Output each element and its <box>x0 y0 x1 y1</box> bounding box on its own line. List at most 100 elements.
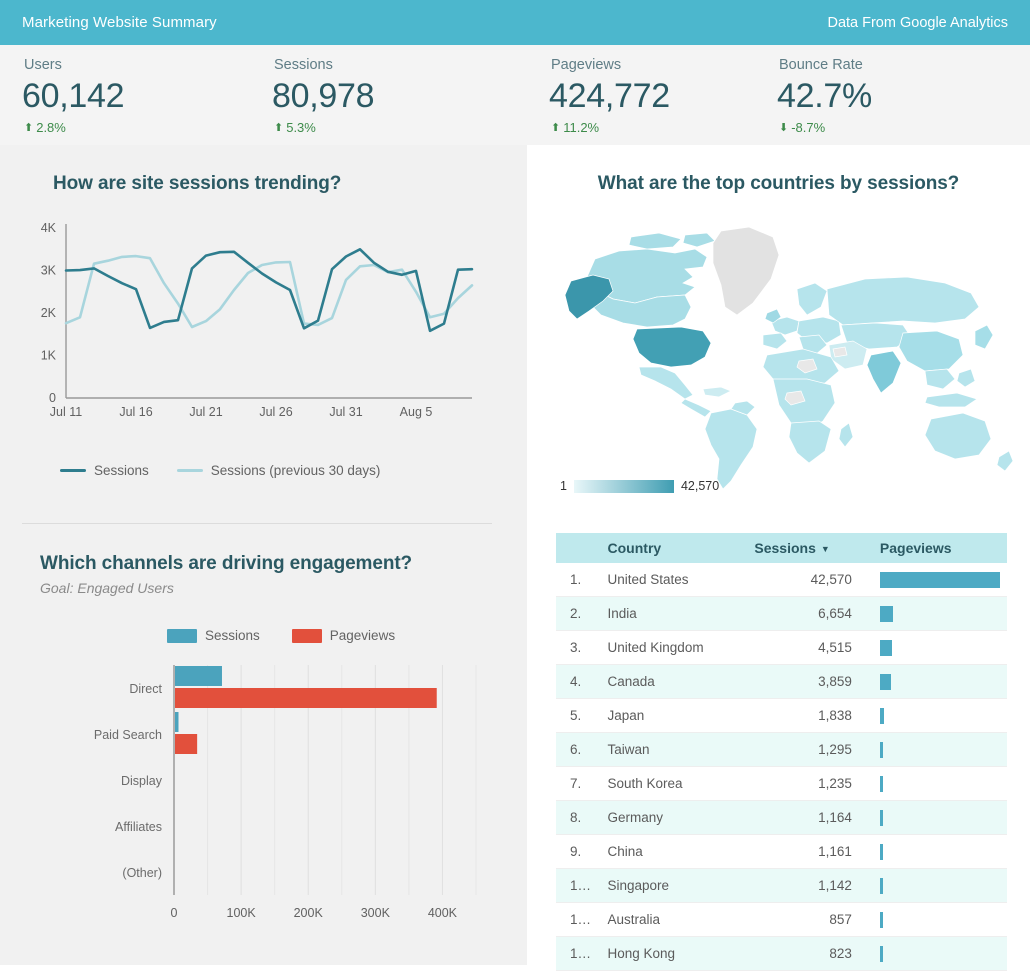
country-mexico <box>638 366 694 400</box>
column-header-sessions[interactable]: Sessions ▼ <box>754 533 866 563</box>
scorecard-users[interactable]: Users 60,142 ⬆ 2.8% <box>0 45 250 145</box>
table-row[interactable]: 6. Taiwan 1,295 <box>556 732 1007 767</box>
table-row[interactable]: 1… Hong Kong 823 <box>556 936 1007 971</box>
line-chart-legend: Sessions Sessions (previous 30 days) <box>60 463 380 478</box>
cell-pageviews <box>865 834 1007 869</box>
cell-country: Australia <box>607 902 755 937</box>
country-japan <box>974 324 994 350</box>
sort-descending-icon[interactable]: ▼ <box>821 544 830 554</box>
cell-sessions: 1,142 <box>754 868 866 903</box>
scorecard-value: 80,978 <box>272 77 375 115</box>
country-russia <box>826 276 980 326</box>
legend-item-pageviews[interactable]: Pageviews <box>291 628 396 643</box>
region-iberia <box>762 332 788 350</box>
legend-label: Sessions (previous 30 days) <box>210 463 381 478</box>
x-tick-label: 400K <box>428 906 458 920</box>
table-row[interactable]: 7. South Korea 1,235 <box>556 766 1007 801</box>
table-row[interactable]: 2. India 6,654 <box>556 596 1007 631</box>
bar-category-label: Display <box>121 774 163 788</box>
table-row[interactable]: 5. Japan 1,838 <box>556 698 1007 733</box>
cell-pageviews <box>865 766 1007 801</box>
scorecard-pageviews[interactable]: Pageviews 424,772 ⬆ 11.2% <box>527 45 755 145</box>
table-row[interactable]: 9. China 1,161 <box>556 834 1007 869</box>
pageviews-bar <box>879 707 884 724</box>
bar-sessions[interactable] <box>175 666 222 686</box>
column-label: Country <box>607 540 662 556</box>
cell-rank: 9. <box>556 834 608 869</box>
top-countries-table[interactable]: Country Sessions ▼ Pageviews 1. United Sta… <box>556 533 1007 971</box>
x-tick-label: Aug 5 <box>400 405 433 419</box>
legend-item-sessions-previous[interactable]: Sessions (previous 30 days) <box>176 463 381 478</box>
y-tick-label: 3K <box>41 264 57 278</box>
left-panel: How are site sessions trending? 0 1K 2K 3K 4… <box>0 145 527 965</box>
table-row[interactable]: 3. United Kingdom 4,515 <box>556 630 1007 665</box>
legend-swatch-icon <box>176 469 203 472</box>
map-color-legend: 1 42,570 <box>560 479 719 493</box>
world-map[interactable] <box>535 207 1022 497</box>
cell-country: Hong Kong <box>607 936 755 971</box>
y-tick-label: 1K <box>41 349 57 363</box>
country-china <box>898 330 964 372</box>
scorecard-value: 60,142 <box>22 77 125 115</box>
column-header-pageviews[interactable]: Pageviews <box>865 533 1007 563</box>
country-greenland <box>712 226 780 316</box>
region-philippines <box>956 368 976 388</box>
scorecard-label: Pageviews <box>551 57 622 73</box>
table-row[interactable]: 4. Canada 3,859 <box>556 664 1007 699</box>
scorecard-delta-value: 5.3% <box>286 120 316 135</box>
bar-chart-subtitle: Goal: Engaged Users <box>40 580 174 596</box>
bar-category-label: Direct <box>129 682 162 696</box>
scorecard-strip: Users 60,142 ⬆ 2.8% Sessions 80,978 ⬆ 5.… <box>0 45 1030 145</box>
cell-pageviews <box>865 698 1007 733</box>
table-row[interactable]: 1… Singapore 1,142 <box>556 868 1007 903</box>
channel-engagement-chart[interactable]: Direct Paid Search Display Affiliates (Other… <box>24 657 504 927</box>
bar-sessions[interactable] <box>175 712 179 732</box>
region-scandinavia <box>796 282 828 316</box>
cell-pageviews <box>865 630 1007 665</box>
scorecard-value: 42.7% <box>777 77 872 115</box>
world-map-svg[interactable] <box>535 207 1022 497</box>
cell-country: Canada <box>607 664 755 699</box>
legend-swatch-icon <box>291 628 322 643</box>
cell-rank: 1… <box>556 902 608 937</box>
column-header-country[interactable]: Country <box>607 533 755 563</box>
scorecard-bounce-rate[interactable]: Bounce Rate 42.7% ⬇ -8.7% <box>755 45 1030 145</box>
scorecard-delta: ⬇ -8.7% <box>779 120 1030 136</box>
scorecard-label: Sessions <box>274 57 333 73</box>
legend-label: Pageviews <box>329 628 396 643</box>
legend-item-sessions[interactable]: Sessions <box>167 628 260 643</box>
cell-rank: 4. <box>556 664 608 699</box>
cell-country: Japan <box>607 698 755 733</box>
line-chart-title: How are site sessions trending? <box>53 173 342 194</box>
country-india <box>866 350 902 394</box>
cell-rank: 2. <box>556 596 608 631</box>
table-row[interactable]: 1. United States 42,570 <box>556 563 1007 597</box>
scorecard-value: 424,772 <box>549 77 670 115</box>
cell-rank: 8. <box>556 800 608 835</box>
cell-rank: 1… <box>556 868 608 903</box>
table-row[interactable]: 8. Germany 1,164 <box>556 800 1007 835</box>
arrow-up-icon: ⬆ <box>274 121 284 134</box>
scorecard-group-left: Users 60,142 ⬆ 2.8% Sessions 80,978 ⬆ 5.… <box>0 45 527 145</box>
legend-item-sessions[interactable]: Sessions <box>60 463 149 478</box>
cell-sessions: 857 <box>754 902 866 937</box>
region-indonesia <box>924 392 978 408</box>
cell-pageviews <box>865 868 1007 903</box>
table-row[interactable]: 1… Australia 857 <box>556 902 1007 937</box>
pageviews-bar <box>879 673 891 690</box>
x-tick-label: 200K <box>294 906 324 920</box>
panel-divider <box>22 523 492 524</box>
pageviews-bar <box>879 809 883 826</box>
bar-chart-legend: Sessions Pageviews <box>167 628 395 643</box>
sessions-trend-chart[interactable]: 0 1K 2K 3K 4K Jul 11 Jul 16 Jul 21 Jul 26 Jul 31… <box>24 220 494 420</box>
legend-swatch-icon <box>167 628 197 643</box>
cell-pageviews <box>865 563 1007 597</box>
pageviews-bar <box>879 741 883 758</box>
scorecard-sessions[interactable]: Sessions 80,978 ⬆ 5.3% <box>250 45 527 145</box>
bar-category-label: (Other) <box>122 866 162 880</box>
cell-rank: 5. <box>556 698 608 733</box>
cell-pageviews <box>865 664 1007 699</box>
scorecard-label: Bounce Rate <box>779 57 863 73</box>
bar-pageviews[interactable] <box>175 688 437 708</box>
bar-pageviews[interactable] <box>175 734 198 754</box>
